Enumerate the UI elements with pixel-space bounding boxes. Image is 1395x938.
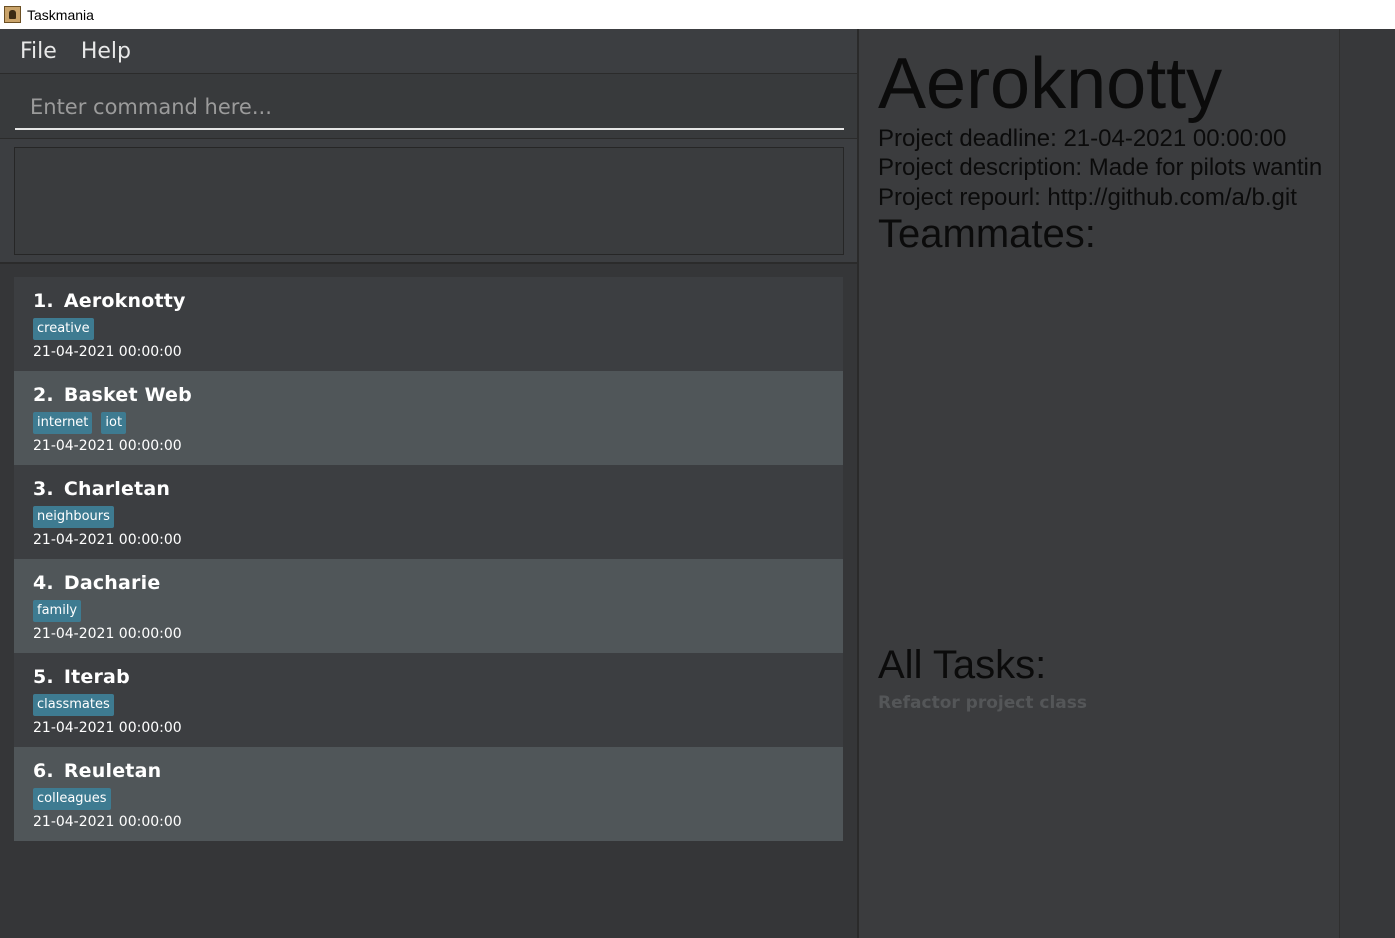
tag-list: creative [33, 318, 103, 340]
menu-help[interactable]: Help [81, 39, 131, 64]
project-card[interactable]: 2. Basket Web internet iot 21-04-2021 00:… [14, 371, 843, 465]
project-detail-panel: Aeroknotty Project deadline: 21-04-2021 … [859, 29, 1339, 938]
menu-bar: File Help [0, 29, 857, 74]
tag: creative [33, 318, 94, 340]
tag-list: family [33, 600, 90, 622]
command-area [0, 74, 857, 139]
tag-list: internet iot [33, 412, 135, 434]
menu-file[interactable]: File [20, 39, 57, 64]
tag: internet [33, 412, 93, 434]
project-title: Aeroknotty [878, 44, 1223, 124]
project-name-text: Basket Web [63, 384, 192, 406]
tag-list: neighbours [33, 506, 123, 528]
project-name: 5. Iterab [33, 666, 130, 688]
tag: iot [101, 412, 127, 434]
project-name-text: Charletan [63, 478, 171, 500]
teammates-heading: Teammates: [878, 212, 1096, 256]
window-title: Taskmania [27, 6, 94, 23]
left-panel: File Help 1. Aeroknotty creative 21-04-20… [0, 29, 857, 938]
project-deadline: 21-04-2021 00:00:00 [33, 532, 182, 548]
project-index: 2. [33, 384, 54, 406]
project-index: 5. [33, 666, 54, 688]
command-input[interactable] [15, 86, 844, 130]
project-name-text: Reuletan [63, 760, 162, 782]
project-name: 3. Charletan [33, 478, 170, 500]
project-card[interactable]: 4. Dacharie family 21-04-2021 00:00:00 [14, 559, 843, 653]
tag-list: colleagues [33, 788, 120, 810]
project-list[interactable]: 1. Aeroknotty creative 21-04-2021 00:00:0… [0, 264, 857, 938]
project-name: 1. Aeroknotty [33, 290, 186, 312]
project-index: 3. [33, 478, 54, 500]
tag: neighbours [33, 506, 114, 528]
project-deadline: 21-04-2021 00:00:00 [33, 814, 182, 830]
app-icon [4, 6, 21, 23]
project-name: 2. Basket Web [33, 384, 192, 406]
project-card[interactable]: 1. Aeroknotty creative 21-04-2021 00:00:0… [14, 277, 843, 371]
result-display [14, 147, 844, 255]
project-name: 4. Dacharie [33, 572, 160, 594]
project-index: 1. [33, 290, 54, 312]
project-card[interactable]: 3. Charletan neighbours 21-04-2021 00:00:… [14, 465, 843, 559]
tag: family [33, 600, 82, 622]
tasks-heading: All Tasks: [878, 643, 1047, 687]
project-card[interactable]: 6. Reuletan colleagues 21-04-2021 00:00:0… [14, 747, 843, 841]
tag: colleagues [33, 788, 111, 810]
project-index: 4. [33, 572, 54, 594]
project-description-line: Project description: Made for pilots wan… [878, 154, 1323, 181]
project-name-text: Iterab [63, 666, 130, 688]
project-index: 6. [33, 760, 54, 782]
task-item[interactable]: Refactor project class [878, 693, 1087, 713]
title-bar: Taskmania [0, 0, 1395, 29]
tag: classmates [33, 694, 114, 716]
tag-list: classmates [33, 694, 123, 716]
project-deadline-line: Project deadline: 21-04-2021 00:00:00 [878, 125, 1287, 152]
project-name: 6. Reuletan [33, 760, 161, 782]
project-deadline: 21-04-2021 00:00:00 [33, 438, 182, 454]
project-card[interactable]: 5. Iterab classmates 21-04-2021 00:00:00 [14, 653, 843, 747]
project-repo-line: Project repourl: http://github.com/a/b.g… [878, 184, 1297, 211]
side-panel [1339, 29, 1395, 938]
project-deadline: 21-04-2021 00:00:00 [33, 720, 182, 736]
project-name-text: Aeroknotty [63, 290, 186, 312]
project-name-text: Dacharie [63, 572, 161, 594]
project-deadline: 21-04-2021 00:00:00 [33, 626, 182, 642]
project-deadline: 21-04-2021 00:00:00 [33, 344, 182, 360]
